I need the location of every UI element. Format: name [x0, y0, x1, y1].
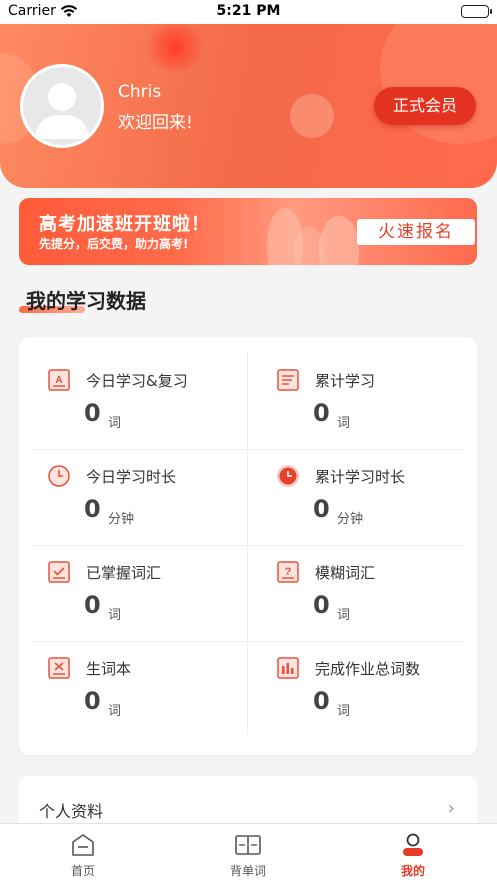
stat-unit: 词	[108, 416, 122, 431]
tab-bar: 首页 背单词 我的	[0, 823, 497, 883]
stat-label: 累计学习	[315, 372, 376, 390]
section-title: 我的学习数据	[26, 289, 146, 313]
stat-unit: 词	[108, 608, 122, 623]
status-time: 5:21 PM	[216, 3, 281, 19]
member-badge-button[interactable]: 正式会员	[374, 87, 476, 125]
stat-value: 0	[84, 591, 101, 619]
mastered-icon	[47, 560, 71, 584]
total-study-icon	[276, 368, 300, 392]
stat-fuzzy-words[interactable]: ? 模糊词汇 0 词	[248, 529, 462, 625]
avatar[interactable]	[20, 64, 104, 148]
stat-value: 0	[84, 495, 101, 523]
stat-label: 完成作业总词数	[315, 660, 421, 678]
battery-icon	[461, 5, 492, 18]
question-icon: ?	[276, 560, 300, 584]
stat-value: 0	[313, 687, 330, 715]
tab-mine[interactable]: 我的	[353, 824, 473, 883]
personal-info-label: 个人资料	[39, 802, 104, 821]
homework-chart-icon	[276, 656, 300, 680]
stat-label: 生词本	[86, 660, 132, 678]
study-review-icon: A	[47, 368, 71, 392]
stat-unit: 词	[337, 608, 351, 623]
tab-home[interactable]: 首页	[23, 824, 143, 883]
stat-unit: 词	[108, 704, 122, 719]
stat-today-duration[interactable]: 今日学习时长 0 分钟	[19, 433, 233, 529]
stat-value: 0	[313, 495, 330, 523]
tab-vocabulary[interactable]: 背单词	[188, 824, 308, 883]
clock-filled-icon	[276, 464, 300, 488]
stat-label: 今日学习时长	[86, 468, 177, 486]
svg-text:?: ?	[285, 566, 292, 578]
banner-subtitle: 先提分，后交费，助力高考!	[39, 237, 189, 251]
stat-homework-total-words[interactable]: 完成作业总词数 0 词	[248, 625, 462, 721]
tab-label: 首页	[70, 864, 95, 878]
home-icon	[70, 833, 96, 857]
profile-header: Chris 欢迎回来! 正式会员	[0, 24, 497, 188]
stat-new-words-book[interactable]: 生词本 0 词	[19, 625, 233, 721]
enroll-button[interactable]: 火速报名	[357, 219, 475, 245]
status-bar: Carrier 5:21 PM	[0, 0, 497, 24]
stat-today-study-review[interactable]: A 今日学习&复习 0 词	[19, 337, 233, 433]
stat-unit: 分钟	[337, 512, 364, 527]
stat-total-study[interactable]: 累计学习 0 词	[248, 337, 462, 433]
stat-value: 0	[313, 399, 330, 427]
book-icon	[235, 833, 261, 857]
tab-label: 背单词	[229, 864, 266, 878]
stat-value: 0	[313, 591, 330, 619]
user-icon	[400, 833, 426, 857]
wrong-words-icon	[47, 656, 71, 680]
clock-icon	[47, 464, 71, 488]
svg-text:A: A	[55, 375, 62, 386]
stat-label: 模糊词汇	[315, 564, 376, 582]
tab-label: 我的	[400, 864, 425, 878]
banner-title: 高考加速班开班啦！	[39, 214, 210, 235]
chevron-right-icon: ›	[447, 798, 455, 819]
default-avatar-icon	[35, 83, 89, 139]
stat-unit: 词	[337, 416, 351, 431]
stat-value: 0	[84, 399, 101, 427]
study-stats-card: A 今日学习&复习 0 词 累计学习 0 词 今日学习时长 0 分钟 累计学习时…	[19, 337, 477, 755]
stat-label: 今日学习&复习	[86, 372, 188, 390]
promo-banner[interactable]: 高考加速班开班啦！ 先提分，后交费，助力高考! 火速报名	[19, 198, 477, 265]
stat-unit: 分钟	[108, 512, 135, 527]
stat-label: 已掌握词汇	[86, 564, 162, 582]
stat-value: 0	[84, 687, 101, 715]
welcome-text: 欢迎回来!	[118, 113, 193, 133]
stat-mastered-words[interactable]: 已掌握词汇 0 词	[19, 529, 233, 625]
stat-total-duration[interactable]: 累计学习时长 0 分钟	[248, 433, 462, 529]
stat-unit: 词	[337, 704, 351, 719]
username: Chris	[118, 82, 162, 102]
stat-label: 累计学习时长	[315, 468, 406, 486]
